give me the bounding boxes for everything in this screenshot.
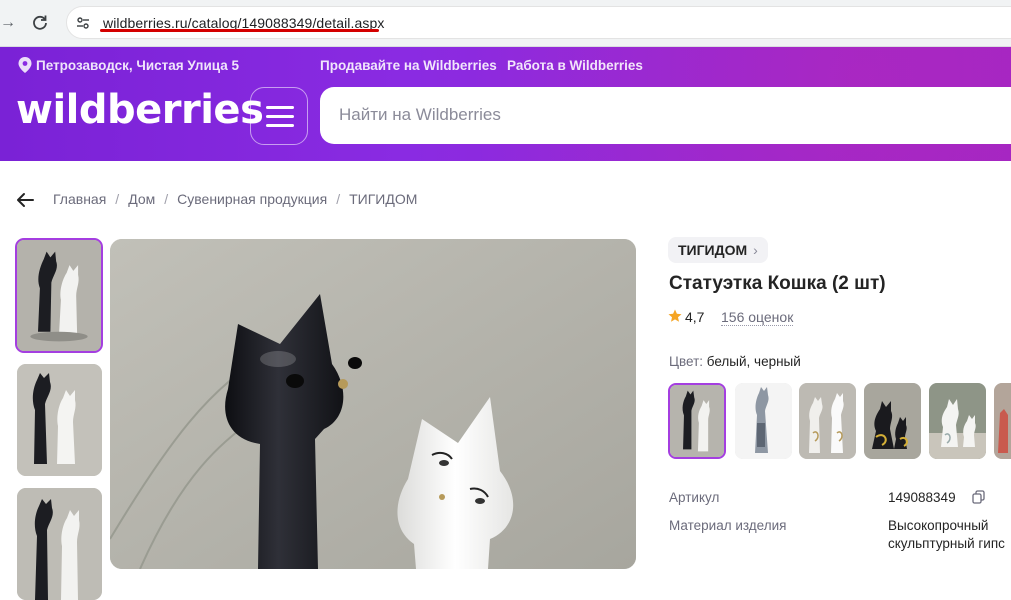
color-variant-swatch[interactable] bbox=[929, 383, 986, 459]
browser-toolbar: → wildberries.ru/catalog/149088349/detai… bbox=[0, 0, 1011, 47]
back-arrow-icon[interactable] bbox=[15, 190, 35, 210]
gallery-thumbnail[interactable] bbox=[17, 364, 102, 476]
breadcrumb-item[interactable]: ТИГИДОМ bbox=[349, 191, 417, 207]
address-bar[interactable]: wildberries.ru/catalog/149088349/detail.… bbox=[66, 6, 1011, 39]
breadcrumb-item[interactable]: Главная bbox=[53, 191, 106, 207]
color-variant-swatch[interactable] bbox=[668, 383, 726, 459]
product-main-image[interactable] bbox=[110, 239, 636, 569]
sell-on-wildberries-link[interactable]: Продавайте на Wildberries bbox=[320, 58, 497, 73]
color-info: Цвет: белый, черный bbox=[669, 354, 801, 369]
color-value: белый, черный bbox=[706, 354, 801, 369]
spec-key-material: Материал изделия bbox=[669, 518, 787, 533]
forward-icon[interactable]: → bbox=[0, 13, 16, 33]
wildberries-logo[interactable]: wildberries bbox=[16, 87, 264, 133]
color-variant-swatch[interactable] bbox=[735, 383, 792, 459]
site-settings-icon[interactable] bbox=[75, 15, 91, 31]
color-variant-swatch[interactable] bbox=[864, 383, 921, 459]
copy-icon[interactable] bbox=[972, 490, 985, 504]
spec-value-article: 149088349 bbox=[888, 490, 956, 505]
breadcrumb-item[interactable]: Дом bbox=[128, 191, 155, 207]
chevron-right-icon: › bbox=[753, 242, 758, 258]
breadcrumb-item[interactable]: Сувенирная продукция bbox=[177, 191, 327, 207]
color-variant-swatch[interactable] bbox=[994, 383, 1011, 459]
brand-name: ТИГИДОМ bbox=[678, 242, 748, 258]
reviews-count-link[interactable]: 156 оценок bbox=[721, 309, 794, 326]
spec-value-material: Высокопрочный bbox=[888, 518, 989, 533]
search-placeholder: Найти на Wildberries bbox=[339, 105, 501, 124]
gallery-thumbnail[interactable] bbox=[15, 238, 103, 353]
spec-value-material-line2: скульптурный гипс bbox=[888, 536, 1005, 551]
delivery-location[interactable]: Петрозаводск, Чистая Улица 5 bbox=[36, 58, 239, 73]
menu-button[interactable] bbox=[250, 87, 308, 145]
brand-chip[interactable]: ТИГИДОМ › bbox=[668, 237, 768, 263]
product-rating: 4,7 bbox=[685, 309, 705, 325]
site-header: Петрозаводск, Чистая Улица 5 Продавайте … bbox=[0, 47, 1011, 161]
color-label: Цвет: bbox=[669, 354, 704, 369]
search-input[interactable]: Найти на Wildberries bbox=[320, 87, 1011, 144]
product-title: Статуэтка Кошка (2 шт) bbox=[669, 273, 886, 294]
star-icon bbox=[668, 309, 682, 322]
location-pin-icon bbox=[18, 57, 32, 73]
url-highlight-underline bbox=[100, 29, 379, 32]
spec-key-article: Артикул bbox=[669, 490, 720, 505]
color-variant-swatch[interactable] bbox=[799, 383, 856, 459]
gallery-thumbnail[interactable] bbox=[17, 488, 102, 600]
reload-icon[interactable] bbox=[30, 13, 50, 33]
breadcrumb: Главная / Дом / Сувенирная продукция / ТИГИДОМ bbox=[53, 191, 418, 207]
work-at-wildberries-link[interactable]: Работа в Wildberries bbox=[507, 58, 643, 73]
